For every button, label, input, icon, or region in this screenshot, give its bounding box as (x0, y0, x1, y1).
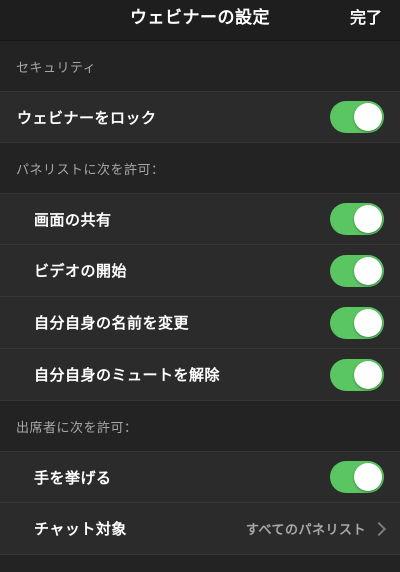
page-title: ウェビナーの設定 (130, 8, 270, 28)
section-header-security: セキュリティ (0, 41, 400, 91)
bottom-fill (0, 555, 400, 572)
raise-hand-row: 手を挙げる (0, 451, 400, 503)
unmute-self-row: 自分自身のミュートを解除 (0, 349, 400, 401)
section-header-panelists: パネリストに次を許可： (0, 143, 400, 193)
toggle-knob (354, 463, 382, 491)
navigation-bar: ウェビナーの設定 完了 (0, 0, 400, 41)
lock-webinar-row: ウェビナーをロック (0, 91, 400, 143)
webinar-settings-screen: ウェビナーの設定 完了 セキュリティ ウェビナーをロック パネリストに次を許可：… (0, 0, 400, 572)
toggle-knob (354, 308, 382, 337)
raise-hand-toggle[interactable] (330, 461, 384, 493)
toggle-knob (354, 256, 382, 285)
toggle-knob (354, 103, 382, 131)
chat-with-label: チャット対象 (34, 520, 127, 538)
chat-with-value-group: すべてのパネリスト (245, 519, 387, 538)
raise-hand-label: 手を挙げる (34, 468, 112, 487)
toggle-knob (354, 360, 382, 389)
done-button[interactable]: 完了 (350, 0, 382, 36)
lock-webinar-toggle[interactable] (330, 101, 384, 133)
lock-webinar-label: ウェビナーをロック (17, 108, 157, 127)
section-header-attendees: 出席者に次を許可： (0, 401, 400, 451)
rename-self-row: 自分自身の名前を変更 (0, 297, 400, 349)
start-video-row: ビデオの開始 (0, 245, 400, 297)
share-screen-toggle[interactable] (330, 203, 384, 235)
chat-with-row[interactable]: チャット対象 すべてのパネリスト (0, 503, 400, 555)
toggle-knob (354, 205, 382, 233)
unmute-self-toggle[interactable] (330, 358, 384, 391)
start-video-toggle[interactable] (330, 254, 384, 287)
share-screen-label: 画面の共有 (34, 210, 112, 229)
unmute-self-label: 自分自身のミュートを解除 (34, 366, 221, 384)
rename-self-label: 自分自身の名前を変更 (34, 314, 190, 332)
share-screen-row: 画面の共有 (0, 193, 400, 245)
chevron-right-icon (371, 521, 387, 536)
rename-self-toggle[interactable] (330, 306, 384, 339)
start-video-label: ビデオの開始 (34, 262, 128, 280)
chat-with-value: すべてのパネリスト (245, 523, 366, 538)
